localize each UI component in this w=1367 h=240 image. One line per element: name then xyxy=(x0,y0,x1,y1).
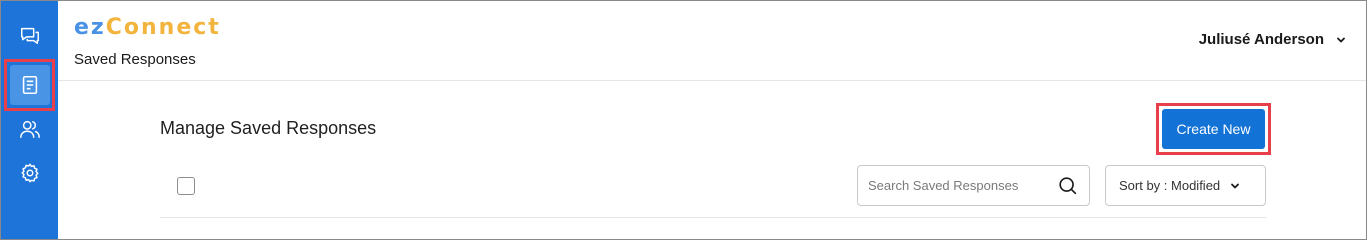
app-window: ezConnect Saved Responses Juliusé Anders… xyxy=(0,0,1367,240)
document-icon xyxy=(22,75,37,95)
sort-dropdown[interactable]: Sort by : Modified xyxy=(1105,165,1266,206)
search-input[interactable] xyxy=(868,178,1057,193)
user-name: Juliusé Anderson xyxy=(1198,31,1324,48)
gear-icon xyxy=(20,163,39,183)
chevron-down-icon xyxy=(1337,37,1345,42)
create-new-button[interactable]: Create New xyxy=(1162,109,1265,149)
active-indicator xyxy=(9,65,50,105)
create-button-highlight: Create New xyxy=(1156,103,1271,155)
user-menu[interactable]: Juliusé Anderson xyxy=(1199,31,1346,48)
sidebar xyxy=(1,1,58,239)
section-title: Manage Saved Responses xyxy=(160,118,377,138)
sidebar-item-users[interactable] xyxy=(1,107,58,151)
active-highlight xyxy=(4,59,55,111)
brand-logo: ezConnect xyxy=(74,15,221,41)
page-title: Saved Responses xyxy=(74,51,196,68)
select-all-checkbox[interactable] xyxy=(177,177,195,195)
chevron-down-icon xyxy=(1231,183,1240,188)
chat-bubbles-icon xyxy=(20,27,39,45)
sidebar-item-chat[interactable] xyxy=(1,14,58,58)
brand-prefix: ez xyxy=(74,15,106,40)
app-header: ezConnect Saved Responses Juliusé Anders… xyxy=(58,1,1366,81)
sort-label: Sort by : Modified xyxy=(1119,178,1221,193)
users-icon xyxy=(19,120,40,138)
list-divider xyxy=(160,217,1266,218)
brand-suffix: Connect xyxy=(105,15,221,40)
search-box xyxy=(857,165,1090,206)
sidebar-item-saved-responses[interactable] xyxy=(1,59,58,111)
search-icon[interactable] xyxy=(1057,175,1079,197)
sidebar-item-settings[interactable] xyxy=(1,151,58,195)
